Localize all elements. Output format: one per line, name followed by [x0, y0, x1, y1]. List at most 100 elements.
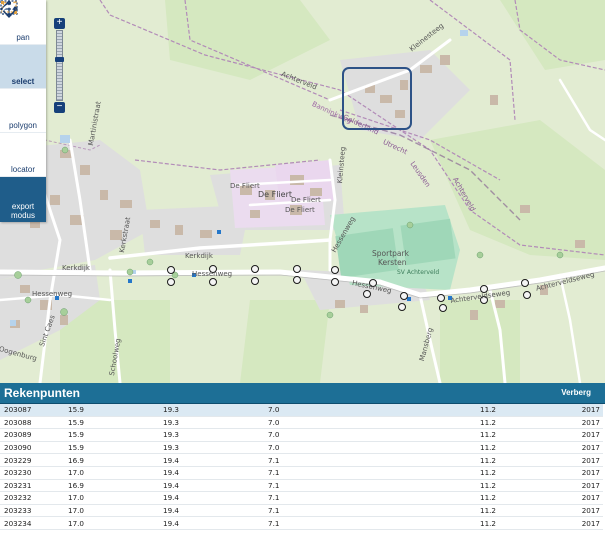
- table-row[interactable]: 203088 15.9 19.3 7.0 11.2 2017: [0, 416, 603, 430]
- calculation-point-marker[interactable]: [400, 292, 408, 300]
- table-cell: 203234: [0, 516, 68, 530]
- table-cell: 17.0: [68, 466, 163, 480]
- calculation-point-marker[interactable]: [293, 276, 301, 284]
- table-cell: 7.1: [268, 466, 480, 480]
- table-row[interactable]: 203234 17.0 19.4 7.1 11.2 2017: [0, 516, 603, 530]
- table-cell: 2017: [580, 504, 603, 518]
- table-cell: 19.4: [163, 453, 268, 467]
- polygon-tool-button[interactable]: polygon: [0, 0, 46, 132]
- table-cell: 19.4: [163, 491, 268, 505]
- table-cell: 11.2: [480, 453, 580, 467]
- table-cell: 11.2: [480, 428, 580, 442]
- table-cell: 2017: [580, 453, 603, 467]
- select-rectangle-icon: [0, 0, 33, 74]
- table-cell: 17.0: [68, 491, 163, 505]
- table-cell: 7.1: [268, 479, 480, 493]
- export-mode-button[interactable]: export modus: [0, 1, 46, 222]
- calculation-point-marker[interactable]: [331, 278, 339, 286]
- table-cell: 203233: [0, 504, 68, 518]
- table-cell: 7.1: [268, 453, 480, 467]
- table-row[interactable]: 203090 15.9 19.3 7.0 11.2 2017: [0, 441, 603, 455]
- table-row[interactable]: 203230 17.0 19.4 7.1 11.2 2017: [0, 466, 603, 480]
- calculation-point-marker[interactable]: [398, 303, 406, 311]
- calculation-point-marker[interactable]: [167, 278, 175, 286]
- table-cell: 203089: [0, 428, 68, 442]
- table-cell: 11.2: [480, 516, 580, 530]
- map-label: Kersten: [378, 258, 407, 267]
- table-row[interactable]: 203229 16.9 19.4 7.1 11.2 2017: [0, 453, 603, 467]
- calculation-point-marker[interactable]: [437, 294, 445, 302]
- zoom-out-button[interactable]: −: [54, 102, 65, 113]
- zoom-slider-handle[interactable]: [55, 56, 64, 62]
- panel-header: Rekenpunten Verberg: [0, 383, 605, 404]
- table-row[interactable]: 203087 15.9 19.3 7.0 11.2 2017: [0, 404, 603, 417]
- table-cell: 203230: [0, 466, 68, 480]
- table-cell: 15.9: [68, 416, 163, 430]
- results-panel: Rekenpunten Verberg 203087 15.9 19.3 7.0 11.…: [0, 383, 605, 540]
- hide-panel-button[interactable]: Verberg: [561, 388, 591, 397]
- table-cell: 11.2: [480, 416, 580, 430]
- table-cell: 19.3: [163, 416, 268, 430]
- table-cell: 11.2: [480, 466, 580, 480]
- table-cell: 11.2: [480, 479, 580, 493]
- export-label-line1: export: [11, 202, 35, 211]
- selection-rectangle[interactable]: [342, 67, 412, 130]
- map-label: De Fliert: [285, 206, 315, 214]
- table-row[interactable]: 203089 15.9 19.3 7.0 11.2 2017: [0, 428, 603, 442]
- table-cell: 2017: [580, 428, 603, 442]
- table-cell: 11.2: [480, 491, 580, 505]
- table-cell: 19.4: [163, 466, 268, 480]
- share-arrow-icon: [2, 1, 33, 199]
- calculation-point-marker[interactable]: [331, 266, 339, 274]
- table-cell: 15.9: [68, 404, 163, 417]
- table-row[interactable]: 203232 17.0 19.4 7.1 11.2 2017: [0, 491, 603, 505]
- table-cell: 203232: [0, 491, 68, 505]
- table-row[interactable]: 203233 17.0 19.4 7.1 11.2 2017: [0, 504, 603, 518]
- locator-tool-button[interactable]: locator: [0, 0, 46, 176]
- zoom-slider[interactable]: [55, 30, 64, 101]
- calculation-point-marker[interactable]: [523, 291, 531, 299]
- table-cell: 7.1: [268, 504, 480, 518]
- table-cell: 2017: [580, 441, 603, 455]
- table-cell: 16.9: [68, 479, 163, 493]
- table-cell: 203229: [0, 453, 68, 467]
- map-label: Hessenweg: [192, 270, 233, 278]
- map-view[interactable]: Achterveld Kleinesteeg Banninkweg Gelder…: [0, 0, 605, 383]
- calculation-point-marker[interactable]: [167, 266, 175, 274]
- table-cell: 17.0: [68, 516, 163, 530]
- table-row[interactable]: 203231 16.9 19.4 7.1 11.2 2017: [0, 479, 603, 493]
- table-cell: 2017: [580, 466, 603, 480]
- calculation-point-marker[interactable]: [251, 277, 259, 285]
- map-label: De Fliert: [230, 182, 260, 190]
- calculation-point-marker[interactable]: [521, 279, 529, 287]
- table-cell: 2017: [580, 516, 603, 530]
- table-cell: 7.0: [268, 404, 480, 417]
- calculation-point-marker[interactable]: [251, 265, 259, 273]
- table-cell: 203088: [0, 416, 68, 430]
- table-cell: 19.4: [163, 516, 268, 530]
- table-cell: 2017: [580, 491, 603, 505]
- zoom-in-button[interactable]: +: [54, 18, 65, 29]
- table-cell: 11.2: [480, 441, 580, 455]
- map-label: De Fliert: [291, 196, 321, 204]
- table-cell: 2017: [580, 404, 603, 417]
- map-label: Hessenweg: [32, 290, 73, 298]
- panel-title: Rekenpunten: [4, 386, 81, 400]
- calculation-point-marker[interactable]: [293, 265, 301, 273]
- table-cell: 2017: [580, 416, 603, 430]
- map-canvas: [0, 0, 605, 383]
- table-cell: 7.0: [268, 416, 480, 430]
- table-cell: 203090: [0, 441, 68, 455]
- table-cell: 19.4: [163, 504, 268, 518]
- select-tool-button[interactable]: select: [0, 0, 46, 88]
- map-label: Kerkdijk: [62, 264, 90, 272]
- map-label: Sportpark: [372, 249, 409, 258]
- select-label: select: [11, 77, 35, 86]
- calculation-point-marker[interactable]: [209, 278, 217, 286]
- calculation-point-marker[interactable]: [439, 304, 447, 312]
- export-label-line2: modus: [10, 211, 35, 220]
- table-cell: 16.9: [68, 453, 163, 467]
- table-cell: 19.3: [163, 441, 268, 455]
- table-cell: 7.1: [268, 516, 480, 530]
- calculation-point-marker[interactable]: [363, 290, 371, 298]
